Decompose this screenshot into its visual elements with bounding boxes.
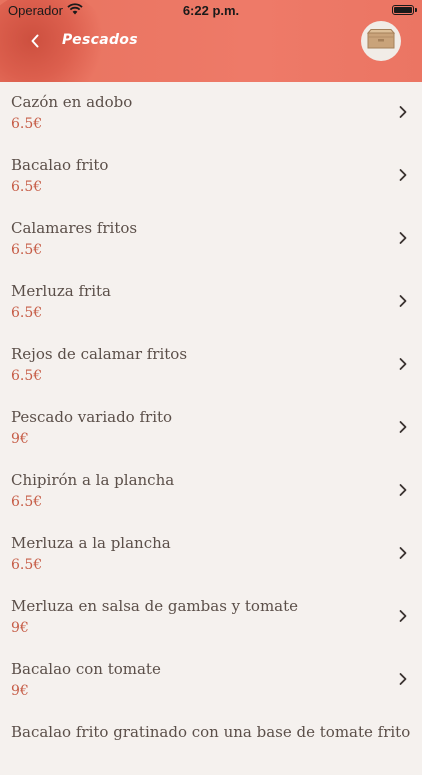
list-item[interactable]: Bacalao frito 6.5€ xyxy=(0,145,422,208)
list-item[interactable]: Chipirón a la plancha 6.5€ xyxy=(0,460,422,523)
item-price: 9€ xyxy=(11,620,29,636)
list-item[interactable]: Merluza frita 6.5€ xyxy=(0,271,422,334)
item-price: 6.5€ xyxy=(11,368,43,384)
item-price: 9€ xyxy=(11,431,29,447)
item-name: Cazón en adobo xyxy=(11,93,133,111)
item-name: Rejos de calamar fritos xyxy=(11,345,188,363)
header-bar: Operador 6:22 p.m. Pescados xyxy=(0,0,422,82)
list-item[interactable]: Pescado variado frito 9€ xyxy=(0,397,422,460)
item-name: Merluza frita xyxy=(11,282,111,300)
chevron-right-icon xyxy=(398,104,408,120)
status-bar: Operador 6:22 p.m. xyxy=(0,0,422,22)
list-item[interactable]: Merluza a la plancha 6.5€ xyxy=(0,523,422,586)
item-name: Chipirón a la plancha xyxy=(11,471,175,489)
item-price: 6.5€ xyxy=(11,557,43,573)
item-name: Pescado variado frito xyxy=(11,408,173,426)
cart-button[interactable] xyxy=(361,21,401,61)
chevron-right-icon xyxy=(398,545,408,561)
chevron-right-icon xyxy=(398,671,408,687)
back-button[interactable] xyxy=(22,30,48,54)
chevron-right-icon xyxy=(398,482,408,498)
list-item[interactable]: Calamares fritos 6.5€ xyxy=(0,208,422,271)
chevron-right-icon xyxy=(398,608,408,624)
chevron-right-icon xyxy=(398,167,408,183)
item-name: Bacalao frito xyxy=(11,156,109,174)
chevron-right-icon xyxy=(398,293,408,309)
item-price: 6.5€ xyxy=(11,305,43,321)
item-name: Calamares fritos xyxy=(11,219,138,237)
list-item[interactable]: Rejos de calamar fritos 6.5€ xyxy=(0,334,422,397)
chevron-right-icon xyxy=(398,230,408,246)
item-price: 9€ xyxy=(11,683,29,699)
chevron-right-icon xyxy=(398,356,408,372)
product-list: Cazón en adobo 6.5€ Bacalao frito 6.5€ Calam… xyxy=(0,82,422,775)
chevron-left-icon xyxy=(30,33,40,52)
item-price: 6.5€ xyxy=(11,116,43,132)
item-price: 6.5€ xyxy=(11,242,43,258)
box-icon xyxy=(366,28,396,54)
list-item[interactable]: Bacalao con tomate 9€ xyxy=(0,649,422,712)
battery-icon xyxy=(392,5,417,15)
item-price: 6.5€ xyxy=(11,179,43,195)
item-name: Merluza en salsa de gambas y tomate xyxy=(11,597,299,615)
status-time: 6:22 p.m. xyxy=(182,3,240,18)
item-name: Bacalao con tomate xyxy=(11,660,161,678)
page-title: Pescados xyxy=(62,32,138,48)
item-price: 6.5€ xyxy=(11,494,43,510)
list-item[interactable]: Bacalao frito gratinado con una base de … xyxy=(0,712,422,775)
item-name: Merluza a la plancha xyxy=(11,534,171,552)
list-item[interactable]: Merluza en salsa de gambas y tomate 9€ xyxy=(0,586,422,649)
item-name: Bacalao frito gratinado con una base de … xyxy=(11,723,411,741)
chevron-right-icon xyxy=(398,419,408,435)
list-item[interactable]: Cazón en adobo 6.5€ xyxy=(0,82,422,145)
